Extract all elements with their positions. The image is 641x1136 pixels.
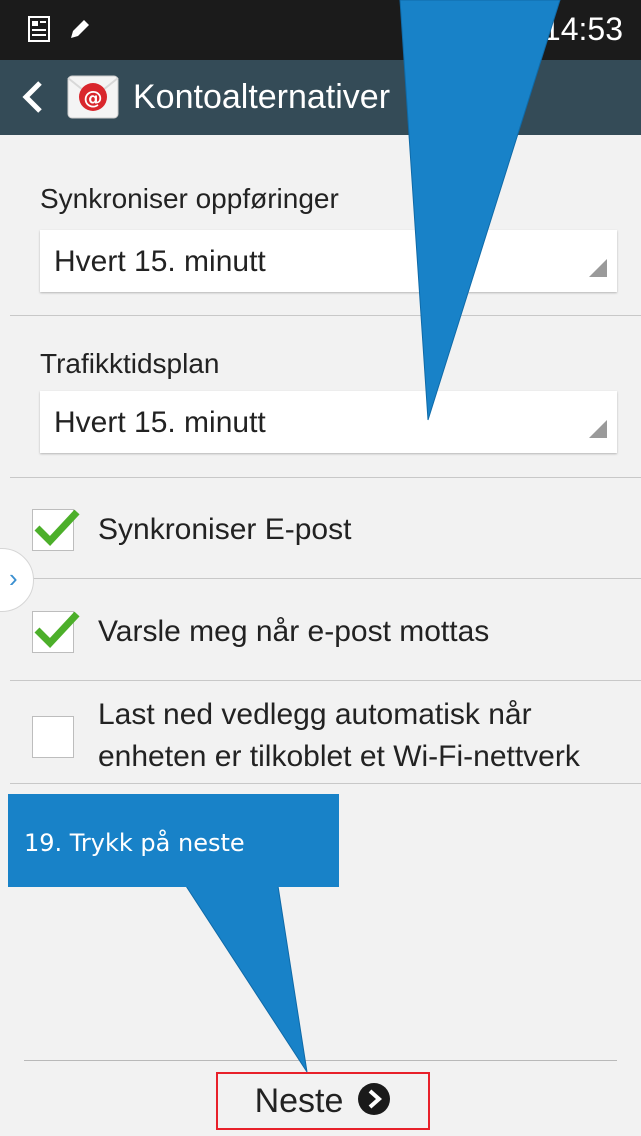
bottom-callout-arrow	[185, 885, 308, 1073]
tutorial-callout-text: 19. Trykk på neste	[24, 829, 245, 857]
top-callout-arrow	[399, 0, 561, 421]
tutorial-arrows	[185, 0, 561, 1073]
tutorial-callout: 19. Trykk på neste	[8, 794, 339, 887]
